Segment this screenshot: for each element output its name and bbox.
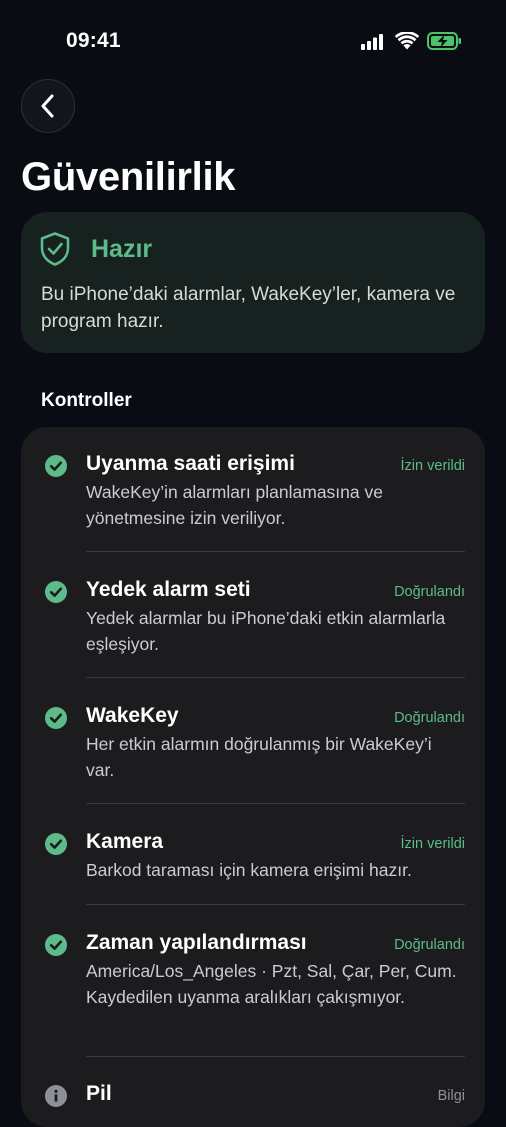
check-row-time-configuration[interactable]: Zaman yapılandırması Doğrulandı America/… <box>21 905 485 1057</box>
status-badge: Bilgi <box>437 1088 465 1104</box>
status-time: 09:41 <box>66 29 121 52</box>
check-row-camera[interactable]: Kamera İzin verildi Barkod taraması için… <box>21 804 485 905</box>
row-description: America/Los_Angeles · Pzt, Sal, Çar, Per… <box>86 961 457 1007</box>
cellular-signal-icon <box>361 34 383 50</box>
status-badge: İzin verildi <box>400 836 465 852</box>
row-description: Barkod taraması için kamera erişimi hazı… <box>86 860 412 880</box>
chevron-left-icon <box>41 94 54 118</box>
row-title: Uyanma saati erişimi <box>86 452 295 475</box>
check-circle-icon <box>45 455 67 477</box>
status-badge: Doğrulandı <box>394 584 465 600</box>
check-circle-icon <box>45 833 67 855</box>
check-circle-icon <box>45 707 67 729</box>
row-description: Yedek alarmlar bu iPhone’daki etkin alar… <box>86 608 446 654</box>
section-title-checks: Kontroller <box>41 390 132 411</box>
back-button[interactable] <box>21 79 75 133</box>
row-title: Yedek alarm seti <box>86 578 251 601</box>
status-icons <box>361 32 465 52</box>
wifi-icon <box>395 32 419 50</box>
check-row-battery[interactable]: Pil Bilgi <box>21 1057 485 1127</box>
row-title: WakeKey <box>86 704 179 727</box>
row-title: Kamera <box>86 830 164 853</box>
check-row-wakekey[interactable]: WakeKey Doğrulandı Her etkin alarmın doğ… <box>21 678 485 804</box>
status-badge: Doğrulandı <box>394 710 465 726</box>
check-circle-icon <box>45 934 67 956</box>
page-title: Güvenilirlik <box>21 155 236 199</box>
checks-card: Uyanma saati erişimi İzin verildi WakeKe… <box>21 427 485 1127</box>
info-circle-icon <box>45 1085 67 1107</box>
shield-check-icon <box>40 232 70 266</box>
status-badge: Doğrulandı <box>394 937 465 953</box>
status-bar: 09:41 <box>0 0 506 80</box>
check-row-backup-alarm-set[interactable]: Yedek alarm seti Doğrulandı Yedek alarml… <box>21 552 485 678</box>
row-title: Zaman yapılandırması <box>86 931 307 954</box>
check-row-wake-time-access[interactable]: Uyanma saati erişimi İzin verildi WakeKe… <box>21 427 485 552</box>
battery-charging-icon <box>427 32 461 50</box>
status-headline: Hazır <box>91 235 153 263</box>
status-card: Hazır Bu iPhone’daki alarmlar, WakeKey’l… <box>21 212 485 353</box>
row-description: Her etkin alarmın doğrulanmış bir WakeKe… <box>86 734 432 780</box>
check-circle-icon <box>45 581 67 603</box>
status-badge: İzin verildi <box>400 458 465 474</box>
row-description: WakeKey’in alarmları planlamasına ve yön… <box>86 482 383 528</box>
row-title: Pil <box>86 1082 112 1105</box>
status-description: Bu iPhone’daki alarmlar, WakeKey’ler, ka… <box>41 284 456 332</box>
